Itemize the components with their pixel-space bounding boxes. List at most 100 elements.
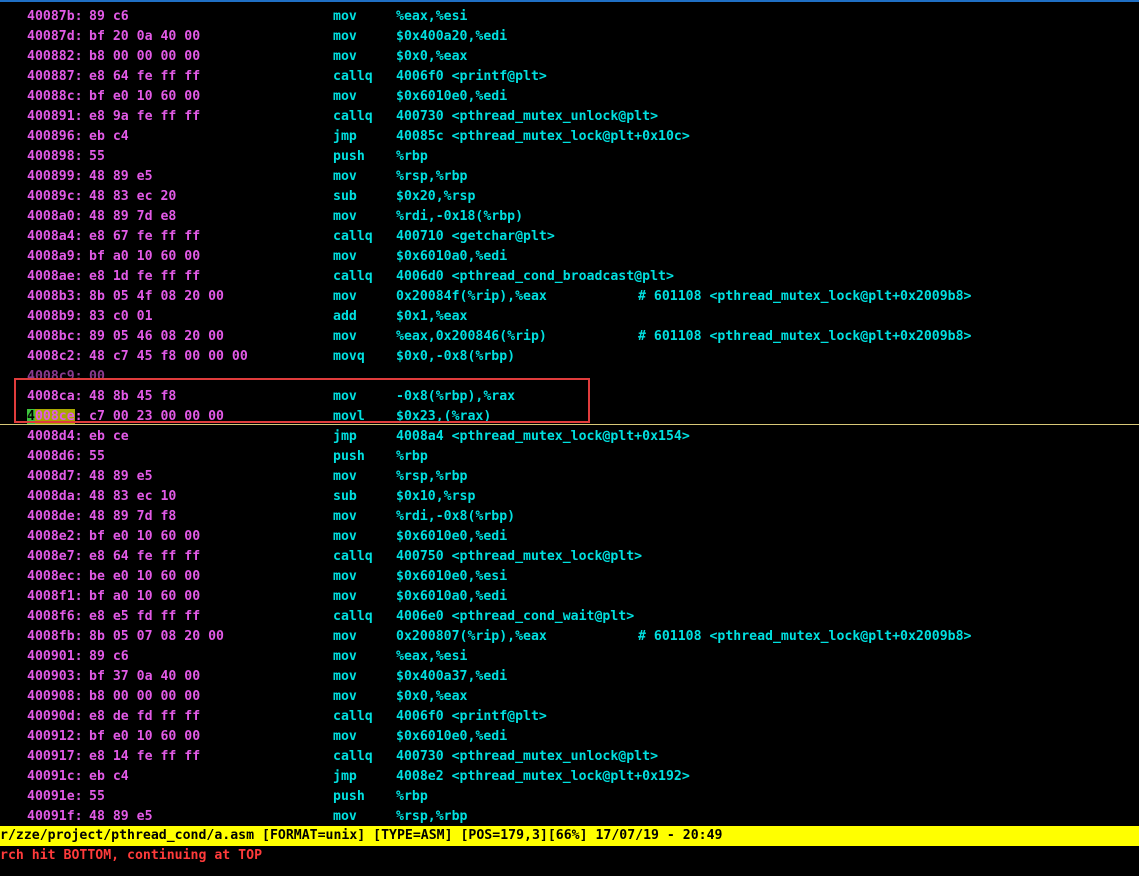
asm-address: 4008e2:: [27, 529, 83, 544]
terminal-window[interactable]: 40087b: 89 c6 mov %eax,%esi 40087d: bf 20 0a …: [0, 0, 1139, 876]
asm-bytes: 48 83 ec 20: [89, 189, 177, 204]
asm-operands: %rdi,-0x18(%rbp): [396, 209, 524, 224]
asm-mnemonic: jmp: [333, 429, 357, 444]
asm-operands: $0x0,%eax: [396, 49, 468, 64]
asm-address: 40087d:: [27, 29, 83, 44]
window-top-border: [0, 0, 1139, 2]
asm-operands: %rsp,%rbp: [396, 469, 468, 484]
asm-bytes: 48 89 7d e8: [89, 209, 177, 224]
asm-operands: %rbp: [396, 789, 428, 804]
asm-address: 4008bc:: [27, 329, 83, 344]
asm-address: 400887:: [27, 69, 83, 84]
asm-address: 4008d6:: [27, 449, 83, 464]
asm-operands: 4006e0 <pthread_cond_wait@plt>: [396, 609, 635, 624]
asm-operands: 40085c <pthread_mutex_lock@plt+0x10c>: [396, 129, 690, 144]
selection-highlight-box: [14, 378, 590, 423]
asm-mnemonic: callq: [333, 709, 373, 724]
asm-operands: %rbp: [396, 449, 428, 464]
asm-mnemonic: callq: [333, 109, 373, 124]
asm-bytes: 83 c0 01: [89, 309, 153, 324]
asm-bytes: 48 89 7d f8: [89, 509, 177, 524]
asm-address: 4008b9:: [27, 309, 83, 324]
asm-mnemonic: callq: [333, 549, 373, 564]
cursor-line-underline: [0, 424, 1139, 425]
asm-operands: 4006d0 <pthread_cond_broadcast@plt>: [396, 269, 674, 284]
asm-mnemonic: mov: [333, 689, 357, 704]
asm-operands: %eax,%esi: [396, 9, 468, 24]
asm-address: 4008e7:: [27, 549, 83, 564]
asm-operands: $0x6010e0,%edi: [396, 89, 508, 104]
asm-address: 40091e:: [27, 789, 83, 804]
asm-mnemonic: mov: [333, 809, 357, 824]
asm-bytes: eb c4: [89, 129, 129, 144]
asm-operands: %rbp: [396, 149, 428, 164]
asm-mnemonic: mov: [333, 469, 357, 484]
asm-address: 4008de:: [27, 509, 83, 524]
asm-mnemonic: sub: [333, 489, 357, 504]
asm-bytes: 48 89 e5: [89, 169, 153, 184]
asm-operands: 400750 <pthread_mutex_lock@plt>: [396, 549, 643, 564]
asm-operands: $0x6010e0,%esi: [396, 569, 508, 584]
asm-address: 400901:: [27, 649, 83, 664]
asm-operands: 400710 <getchar@plt>: [396, 229, 555, 244]
asm-address: 400912:: [27, 729, 83, 744]
asm-mnemonic: mov: [333, 249, 357, 264]
asm-mnemonic: mov: [333, 629, 357, 644]
asm-mnemonic: mov: [333, 209, 357, 224]
asm-address: 400898:: [27, 149, 83, 164]
asm-operands: %rsp,%rbp: [396, 809, 468, 824]
asm-mnemonic: mov: [333, 169, 357, 184]
asm-operands: $0x400a20,%edi: [396, 29, 508, 44]
asm-operands: 400730 <pthread_mutex_unlock@plt>: [396, 749, 659, 764]
asm-address: 400882:: [27, 49, 83, 64]
asm-mnemonic: mov: [333, 29, 357, 44]
asm-address: 4008ae:: [27, 269, 83, 284]
asm-operands: 4008a4 <pthread_mutex_lock@plt+0x154>: [396, 429, 690, 444]
asm-address: 400917:: [27, 749, 83, 764]
asm-address: 400903:: [27, 669, 83, 684]
asm-operands: $0x6010a0,%edi: [396, 249, 508, 264]
asm-mnemonic: mov: [333, 529, 357, 544]
asm-comment: # 601108 <pthread_mutex_lock@plt+0x2009b…: [638, 289, 972, 304]
asm-bytes: 48 c7 45 f8 00 00 00: [89, 349, 248, 364]
asm-mnemonic: jmp: [333, 769, 357, 784]
asm-mnemonic: mov: [333, 49, 357, 64]
asm-mnemonic: callq: [333, 229, 373, 244]
asm-mnemonic: mov: [333, 509, 357, 524]
asm-address: 400896:: [27, 129, 83, 144]
asm-mnemonic: mov: [333, 329, 357, 344]
asm-mnemonic: push: [333, 789, 365, 804]
asm-bytes: 55: [89, 789, 105, 804]
asm-bytes: e8 1d fe ff ff: [89, 269, 201, 284]
asm-operands: 4006f0 <printf@plt>: [396, 69, 547, 84]
asm-address: 400899:: [27, 169, 83, 184]
asm-bytes: 89 c6: [89, 649, 129, 664]
asm-address: 4008d7:: [27, 469, 83, 484]
asm-address: 4008a0:: [27, 209, 83, 224]
asm-address: 4008fb:: [27, 629, 83, 644]
asm-bytes: 8b 05 07 08 20 00: [89, 629, 224, 644]
asm-bytes: 89 c6: [89, 9, 129, 24]
asm-address: 400891:: [27, 109, 83, 124]
asm-bytes: eb ce: [89, 429, 129, 444]
asm-operands: %rdi,-0x8(%rbp): [396, 509, 516, 524]
asm-mnemonic: add: [333, 309, 357, 324]
asm-operands: %eax,0x200846(%rip): [396, 329, 547, 344]
asm-operands: %rsp,%rbp: [396, 169, 468, 184]
asm-bytes: bf a0 10 60 00: [89, 589, 201, 604]
asm-mnemonic: mov: [333, 649, 357, 664]
asm-bytes: bf e0 10 60 00: [89, 89, 201, 104]
asm-bytes: 48 89 e5: [89, 469, 153, 484]
asm-bytes: 55: [89, 449, 105, 464]
asm-operands: 0x20084f(%rip),%eax: [396, 289, 547, 304]
asm-operands: 4008e2 <pthread_mutex_lock@plt+0x192>: [396, 769, 690, 784]
asm-operands: $0x20,%rsp: [396, 189, 476, 204]
asm-address: 4008c2:: [27, 349, 83, 364]
asm-operands: 400730 <pthread_mutex_unlock@plt>: [396, 109, 659, 124]
asm-mnemonic: callq: [333, 749, 373, 764]
asm-address: 4008a4:: [27, 229, 83, 244]
asm-bytes: bf 20 0a 40 00: [89, 29, 201, 44]
asm-bytes: bf 37 0a 40 00: [89, 669, 201, 684]
asm-bytes: 48 83 ec 10: [89, 489, 177, 504]
asm-operands: $0x1,%eax: [396, 309, 468, 324]
